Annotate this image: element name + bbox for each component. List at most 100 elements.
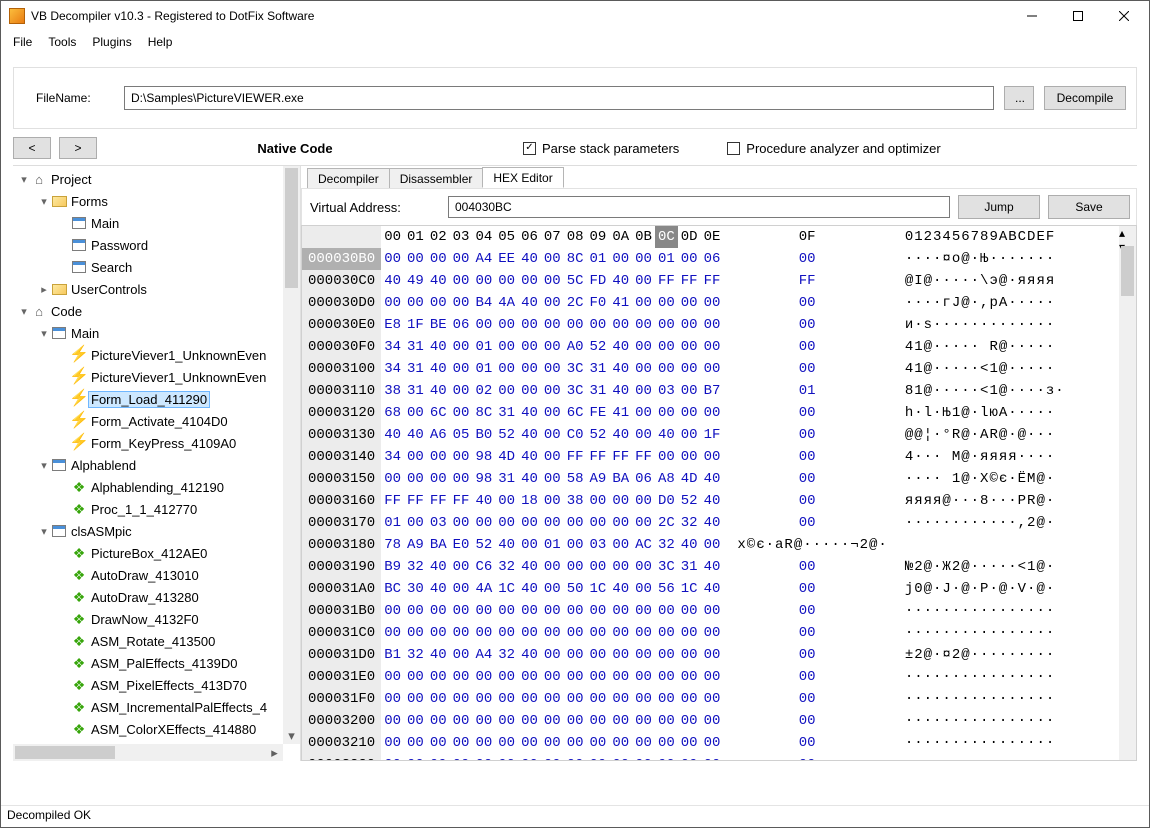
hex-byte[interactable]: BC: [381, 578, 404, 600]
hex-byte[interactable]: 00: [723, 292, 890, 314]
hex-byte[interactable]: 00: [655, 402, 678, 424]
hex-byte[interactable]: 00: [655, 358, 678, 380]
hex-byte[interactable]: 00: [655, 666, 678, 688]
hex-byte[interactable]: 00: [450, 732, 473, 754]
parse-stack-checkbox[interactable]: ✓ Parse stack parameters: [523, 141, 679, 156]
menu-file[interactable]: File: [5, 33, 40, 51]
expander-icon[interactable]: ▾: [37, 195, 51, 208]
hex-byte[interactable]: 00: [723, 424, 890, 446]
hex-byte[interactable]: 00: [450, 248, 473, 270]
hex-byte[interactable]: 00: [655, 710, 678, 732]
minimize-button[interactable]: [1009, 1, 1055, 31]
tree-node[interactable]: Search: [13, 256, 300, 278]
hex-byte[interactable]: 00: [723, 754, 890, 761]
hex-byte[interactable]: 00: [701, 622, 724, 644]
hex-byte[interactable]: 30: [404, 578, 427, 600]
hex-byte[interactable]: 00: [678, 336, 701, 358]
hex-byte[interactable]: 00: [723, 644, 890, 666]
hex-byte[interactable]: E8: [381, 314, 404, 336]
hex-byte[interactable]: 06: [450, 314, 473, 336]
hex-ascii[interactable]: и·s·············: [891, 314, 1068, 336]
hex-address[interactable]: 00003180: [302, 534, 381, 556]
hex-byte[interactable]: 00: [381, 688, 404, 710]
hex-address[interactable]: 000030C0: [302, 270, 381, 292]
hex-byte[interactable]: 00: [518, 336, 541, 358]
hex-byte[interactable]: AC: [632, 534, 655, 556]
hex-byte[interactable]: 00: [404, 666, 427, 688]
hex-byte[interactable]: 5C: [564, 270, 587, 292]
hex-byte[interactable]: 00: [655, 600, 678, 622]
hex-byte[interactable]: 00: [472, 732, 495, 754]
hex-byte[interactable]: FF: [404, 490, 427, 512]
hex-byte[interactable]: 32: [495, 556, 518, 578]
hex-address[interactable]: 000031B0: [302, 600, 381, 622]
hex-col-header[interactable]: 0C: [655, 226, 678, 248]
hex-byte[interactable]: 00: [655, 314, 678, 336]
hex-byte[interactable]: 00: [518, 358, 541, 380]
hex-byte[interactable]: 00: [701, 666, 724, 688]
hex-byte[interactable]: 8C: [564, 248, 587, 270]
hex-byte[interactable]: 18: [518, 490, 541, 512]
hex-byte[interactable]: 01: [587, 248, 610, 270]
hex-byte[interactable]: 00: [678, 248, 701, 270]
hex-byte[interactable]: 00: [518, 666, 541, 688]
tree-scrollbar-vertical[interactable]: ▴▾: [283, 166, 300, 744]
hex-byte[interactable]: BE: [427, 314, 450, 336]
hex-byte[interactable]: FF: [632, 446, 655, 468]
decompile-button[interactable]: Decompile: [1044, 86, 1126, 110]
hex-byte[interactable]: 40: [472, 490, 495, 512]
hex-byte[interactable]: 32: [404, 556, 427, 578]
hex-byte[interactable]: A6: [427, 424, 450, 446]
tree-node[interactable]: ▾⌂Project: [13, 168, 300, 190]
hex-byte[interactable]: 00: [701, 754, 724, 761]
hex-address[interactable]: 00003190: [302, 556, 381, 578]
hex-byte[interactable]: 40: [701, 490, 724, 512]
hex-byte[interactable]: 40: [518, 424, 541, 446]
hex-byte[interactable]: 1F: [701, 424, 724, 446]
tree-node[interactable]: ⚡PictureViever1_UnknownEven: [13, 344, 300, 366]
hex-col-header[interactable]: 03: [450, 226, 473, 248]
hex-byte[interactable]: 00: [404, 468, 427, 490]
hex-byte[interactable]: 00: [495, 358, 518, 380]
hex-byte[interactable]: 00: [678, 358, 701, 380]
hex-byte[interactable]: 00: [701, 446, 724, 468]
hex-byte[interactable]: 00: [541, 732, 564, 754]
hex-byte[interactable]: 00: [541, 424, 564, 446]
menu-tools[interactable]: Tools: [40, 33, 84, 51]
hex-col-header[interactable]: 04: [472, 226, 495, 248]
hex-byte[interactable]: 00: [427, 600, 450, 622]
hex-byte[interactable]: FF: [427, 490, 450, 512]
hex-byte[interactable]: EE: [495, 248, 518, 270]
hex-address[interactable]: 00003120: [302, 402, 381, 424]
hex-byte[interactable]: 00: [678, 644, 701, 666]
hex-ascii[interactable]: 4··· M@·яяяя····: [891, 446, 1068, 468]
hex-byte[interactable]: 00: [472, 710, 495, 732]
hex-col-header[interactable]: 05: [495, 226, 518, 248]
hex-byte[interactable]: 00: [564, 512, 587, 534]
hex-byte[interactable]: 00: [632, 622, 655, 644]
hex-byte[interactable]: 98: [472, 446, 495, 468]
hex-ascii[interactable]: яяяя@···8···РR@·: [891, 490, 1068, 512]
tree-node[interactable]: ❖DrawNow_4132F0: [13, 608, 300, 630]
hex-byte[interactable]: 38: [381, 380, 404, 402]
hex-byte[interactable]: 40: [427, 336, 450, 358]
hex-byte[interactable]: 00: [450, 666, 473, 688]
hex-byte[interactable]: 00: [518, 380, 541, 402]
hex-byte[interactable]: 00: [723, 688, 890, 710]
hex-byte[interactable]: 00: [427, 710, 450, 732]
hex-scrollbar-vertical[interactable]: ▴▾: [1119, 226, 1136, 760]
hex-byte[interactable]: 32: [495, 644, 518, 666]
hex-byte[interactable]: B9: [381, 556, 404, 578]
hex-byte[interactable]: 1C: [495, 578, 518, 600]
tree-node[interactable]: ❖ASM_PalEffects_4139D0: [13, 652, 300, 674]
hex-byte[interactable]: 00: [541, 248, 564, 270]
hex-byte[interactable]: 00: [655, 446, 678, 468]
hex-byte[interactable]: 00: [632, 380, 655, 402]
hex-byte[interactable]: 00: [404, 600, 427, 622]
hex-byte[interactable]: 3C: [564, 380, 587, 402]
hex-byte[interactable]: 40: [495, 534, 518, 556]
hex-ascii[interactable]: h·l·Њ1@·lюA·····: [891, 402, 1068, 424]
hex-byte[interactable]: 00: [564, 314, 587, 336]
hex-byte[interactable]: 40: [427, 578, 450, 600]
hex-byte[interactable]: 68: [381, 402, 404, 424]
